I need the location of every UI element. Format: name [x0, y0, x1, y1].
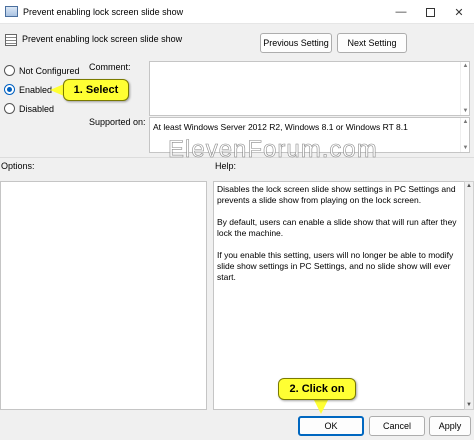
next-setting-button[interactable]: Next Setting [337, 33, 407, 53]
minimize-button[interactable]: — [386, 0, 416, 24]
supported-on-label: Supported on: [89, 117, 146, 127]
policy-setting-icon [5, 34, 17, 46]
radio-not-configured-circle[interactable] [4, 65, 15, 76]
scroll-down-icon[interactable]: ▼ [462, 108, 469, 114]
minimize-icon: — [395, 6, 407, 18]
radio-disabled-label: Disabled [19, 103, 55, 114]
help-paragraph: Disables the lock screen slide show sett… [217, 184, 456, 205]
options-panel [0, 181, 207, 410]
policy-app-icon [5, 6, 18, 17]
help-paragraph: If you enable this setting, users will n… [217, 250, 454, 282]
radio-not-configured-label: Not Configured [19, 65, 80, 76]
previous-setting-button[interactable]: Previous Setting [260, 33, 332, 53]
scroll-up-icon[interactable]: ▲ [466, 183, 472, 189]
policy-header: Prevent enabling lock screen slide show … [0, 25, 474, 55]
close-button[interactable]: ✕ [444, 0, 474, 24]
radio-enabled-circle[interactable] [4, 84, 15, 95]
click-callout: 2. Click on [278, 378, 356, 400]
policy-name: Prevent enabling lock screen slide show [22, 34, 183, 44]
scroll-up-icon[interactable]: ▲ [462, 119, 469, 125]
callout-arrow [314, 400, 328, 414]
watermark: ElevenForum.com [168, 136, 378, 164]
help-scrollbar[interactable]: ▲ ▼ [464, 181, 474, 410]
callout-arrow [50, 84, 64, 96]
scroll-down-icon[interactable]: ▼ [462, 145, 469, 151]
window-title: Prevent enabling lock screen slide show [23, 6, 184, 17]
apply-button[interactable]: Apply [429, 416, 471, 436]
radio-disabled[interactable]: Disabled [4, 103, 54, 114]
options-label: Options: [1, 161, 35, 171]
ok-button[interactable]: OK [298, 416, 364, 436]
help-paragraph: By default, users can enable a slide sho… [217, 217, 457, 238]
supported-scrollbar[interactable]: ▲ ▼ [460, 118, 469, 152]
comment-label: Comment: [89, 62, 131, 72]
cancel-button[interactable]: Cancel [369, 416, 425, 436]
radio-enabled-label: Enabled [19, 84, 53, 95]
supported-on-value: At least Windows Server 2012 R2, Windows… [153, 122, 408, 132]
scroll-up-icon[interactable]: ▲ [462, 63, 469, 69]
select-callout: 1. Select [63, 79, 129, 101]
maximize-button[interactable] [415, 0, 445, 24]
comment-textarea[interactable]: ▲ ▼ [149, 61, 470, 116]
radio-enabled[interactable]: Enabled [4, 84, 52, 95]
maximize-icon [425, 7, 435, 17]
radio-disabled-circle[interactable] [4, 103, 15, 114]
comment-scrollbar[interactable]: ▲ ▼ [460, 62, 469, 115]
help-panel: Disables the lock screen slide show sett… [213, 181, 465, 410]
scroll-down-icon[interactable]: ▼ [466, 402, 472, 408]
radio-not-configured[interactable]: Not Configured [4, 65, 80, 76]
close-icon: ✕ [454, 6, 464, 19]
